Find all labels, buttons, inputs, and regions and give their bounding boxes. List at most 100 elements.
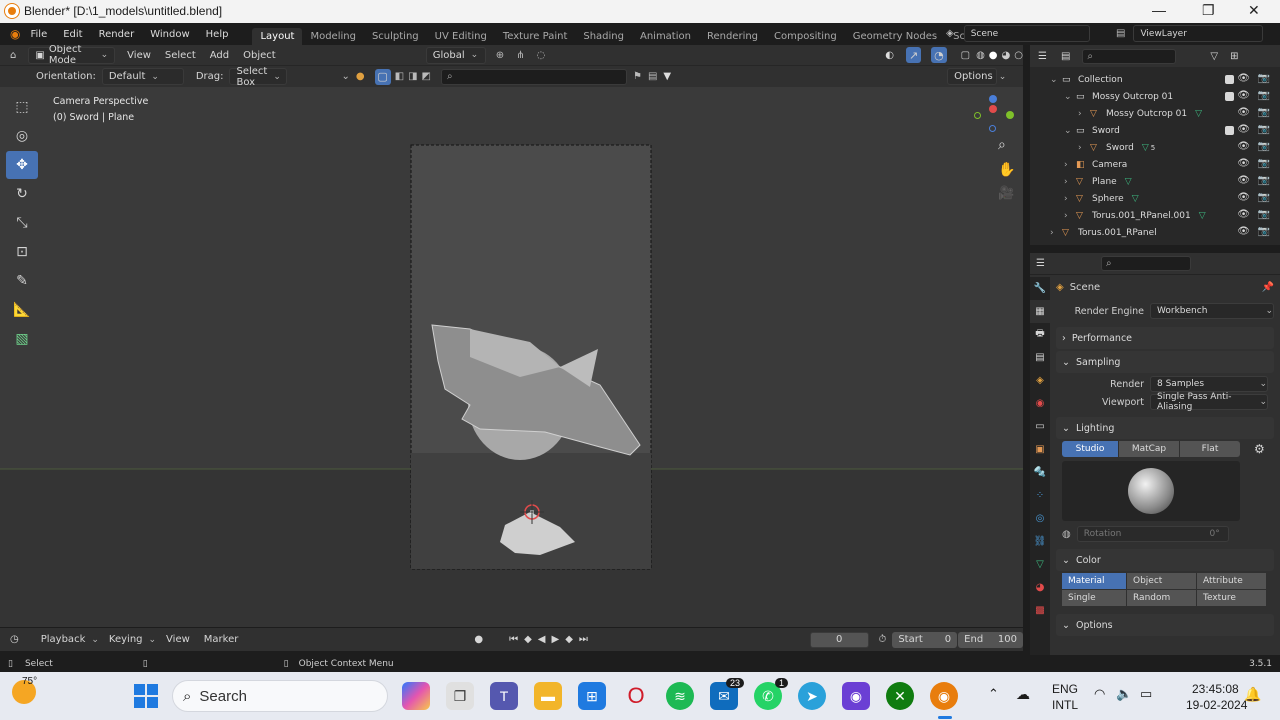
color-texture-button[interactable]: Texture (1197, 590, 1266, 606)
chevron-right-icon[interactable]: › (1064, 177, 1076, 187)
rotate-tool-icon[interactable]: ↻ (6, 180, 38, 208)
object-tab-icon[interactable]: ▣ (1030, 438, 1050, 461)
proportional-edit-icon[interactable]: ◌ (536, 50, 545, 61)
battery-icon[interactable]: ▭ (1140, 686, 1152, 702)
maximize-button[interactable]: ❐ (1202, 2, 1215, 19)
properties-search-input[interactable]: ⌕ (1100, 256, 1191, 271)
eye-visibility-icon[interactable]: 👁 (1237, 226, 1250, 237)
rendered-shading-icon[interactable]: ○ (1014, 50, 1023, 61)
outliner-row[interactable]: › ◧ Camera 👁 📷 (1030, 156, 1280, 173)
blender-menu-icon[interactable]: ◉ (10, 27, 20, 41)
tab-animation[interactable]: Animation (632, 28, 699, 45)
lighting-flat-button[interactable]: Flat (1180, 441, 1240, 457)
show-hidden-icons-chevron-up-icon[interactable]: ⌃ (988, 686, 999, 702)
eye-visibility-icon[interactable]: 👁 (1237, 175, 1250, 186)
data-tab-icon[interactable]: ▽ (1030, 553, 1050, 576)
next-keyframe-icon[interactable]: ◆ (565, 634, 573, 645)
record-icon[interactable]: ● (474, 634, 483, 645)
particles-tab-icon[interactable]: ⁘ (1030, 484, 1050, 507)
world-space-icon[interactable]: ◍ (1062, 529, 1071, 540)
mail-icon[interactable]: ✉ 23 (710, 678, 744, 710)
mesh-data-icon[interactable]: ▽ (1142, 143, 1149, 153)
start-frame-field[interactable]: Start 0 (892, 631, 958, 648)
tab-shading[interactable]: Shading (575, 28, 632, 45)
outliner-row[interactable]: › ▽ Torus.001_RPanel.001 ▽ 👁 📷 (1030, 207, 1280, 224)
chevron-right-icon[interactable]: › (1078, 143, 1090, 153)
render-visibility-camera-icon[interactable]: 📷 (1258, 192, 1270, 203)
outliner-row[interactable]: › ▽ Sphere ▽ 👁 📷 (1030, 190, 1280, 207)
physics-tab-icon[interactable]: ◎ (1030, 507, 1050, 530)
display-filter-icon[interactable]: ▤ (648, 71, 657, 82)
task-view-icon[interactable]: ❐ (446, 682, 474, 710)
menu-playback[interactable]: Playback (41, 634, 99, 645)
select-mode-subtract-icon[interactable]: ◨ (408, 71, 417, 82)
lighting-section[interactable]: ⌄ Lighting (1056, 417, 1274, 439)
outliner-row[interactable]: › ▽ Sword ▽ 5 👁 📷 (1030, 139, 1280, 156)
viewport-samples-dropdown[interactable]: Single Pass Anti-Aliasing (1150, 392, 1268, 412)
tab-modeling[interactable]: Modeling (302, 28, 364, 45)
eye-visibility-icon[interactable]: 👁 (1237, 124, 1250, 135)
timeline-editor-icon[interactable]: ◷ (10, 634, 19, 645)
menu-object[interactable]: Object (243, 50, 276, 61)
tab-uv-editing[interactable]: UV Editing (427, 28, 495, 45)
xray-icon[interactable]: ▢ (961, 50, 970, 61)
chevron-down-icon[interactable]: ⌄ (1064, 92, 1076, 102)
color-section[interactable]: ⌄ Color (1056, 549, 1274, 571)
exclude-checkbox[interactable] (1225, 75, 1234, 84)
sampling-section[interactable]: ⌄ Sampling (1056, 351, 1274, 373)
blender-taskbar-icon[interactable]: ◉ (930, 682, 958, 710)
tab-layout[interactable]: Layout (252, 28, 303, 45)
render-visibility-camera-icon[interactable]: 📷 (1258, 209, 1270, 220)
color-material-button[interactable]: Material (1062, 573, 1126, 589)
menu-window[interactable]: Window (150, 29, 189, 40)
studio-light-preview[interactable] (1062, 461, 1240, 521)
scale-tool-icon[interactable]: ⤡ (6, 209, 38, 237)
navigation-gizmo[interactable] (974, 95, 1018, 139)
menu-file[interactable]: File (30, 29, 47, 40)
drag-dropdown[interactable]: Select Box (229, 66, 288, 88)
snap-icon[interactable]: ⋔ (516, 50, 524, 61)
render-visibility-camera-icon[interactable]: 📷 (1258, 175, 1270, 186)
filter-icon[interactable]: ▼ (663, 71, 671, 82)
tab-rendering[interactable]: Rendering (699, 28, 766, 45)
telegram-icon[interactable]: ➤ (798, 682, 826, 710)
volume-icon[interactable]: 🔈 (1116, 686, 1132, 702)
view-layer-tab-icon[interactable]: ▤ (1030, 346, 1050, 369)
taskbar-search-box[interactable]: ⌕ Search (172, 680, 388, 712)
spotify-icon[interactable]: ≋ (666, 682, 694, 710)
annotate-tool-icon[interactable]: ✎ (6, 267, 38, 295)
exclude-checkbox[interactable] (1225, 92, 1234, 101)
render-samples-dropdown[interactable]: 8 Samples (1150, 376, 1268, 392)
keyboard-layout[interactable]: INTL (1052, 698, 1078, 712)
eye-visibility-icon[interactable]: 👁 (1237, 141, 1250, 152)
color-single-button[interactable]: Single (1062, 590, 1126, 606)
display-mode-icon[interactable]: ▤ (1061, 51, 1070, 62)
menu-select[interactable]: Select (165, 50, 196, 61)
outliner-row[interactable]: › ▽ Mossy Outcrop 01 ▽ 👁 📷 (1030, 105, 1280, 122)
eye-visibility-icon[interactable]: 👁 (1237, 158, 1250, 169)
output-tab-icon[interactable]: 🖶 (1030, 323, 1050, 346)
minimize-button[interactable]: — (1152, 2, 1166, 18)
options-section[interactable]: ⌄ Options (1056, 614, 1274, 636)
render-visibility-camera-icon[interactable]: 📷 (1258, 158, 1270, 169)
move-tool-icon[interactable]: ✥ (6, 151, 38, 179)
rotation-field[interactable]: Rotation 0° (1076, 526, 1229, 542)
chevron-right-icon[interactable]: › (1064, 211, 1076, 221)
scene-selector[interactable]: ◈ Scene (946, 25, 1090, 42)
3d-viewport[interactable]: ⌂ ▣Object Mode View Select Add Object Gl… (0, 45, 1023, 627)
view-layer-selector[interactable]: ▤ ViewLayer (1116, 25, 1264, 42)
measure-tool-icon[interactable]: 📐 (6, 296, 38, 324)
bookmark-icon[interactable]: ⚑ (633, 71, 642, 82)
add-cube-tool-icon[interactable]: ▧ (6, 325, 38, 353)
texture-tab-icon[interactable]: ▩ (1030, 599, 1050, 622)
teams-icon[interactable]: T (490, 682, 518, 710)
world-tab-icon[interactable]: ◉ (1030, 392, 1050, 415)
language-code[interactable]: ENG (1052, 682, 1078, 696)
lighting-studio-button[interactable]: Studio (1062, 441, 1118, 457)
chevron-right-icon[interactable]: › (1064, 160, 1076, 170)
exclude-checkbox[interactable] (1225, 126, 1234, 135)
mode-dropdown[interactable]: ▣ Object Mode (28, 45, 116, 66)
tab-compositing[interactable]: Compositing (766, 28, 845, 45)
outliner-row[interactable]: ⌄ ▭ Mossy Outcrop 01 👁 📷 (1030, 88, 1280, 105)
cursor-tool-icon[interactable]: ◎ (6, 122, 38, 150)
